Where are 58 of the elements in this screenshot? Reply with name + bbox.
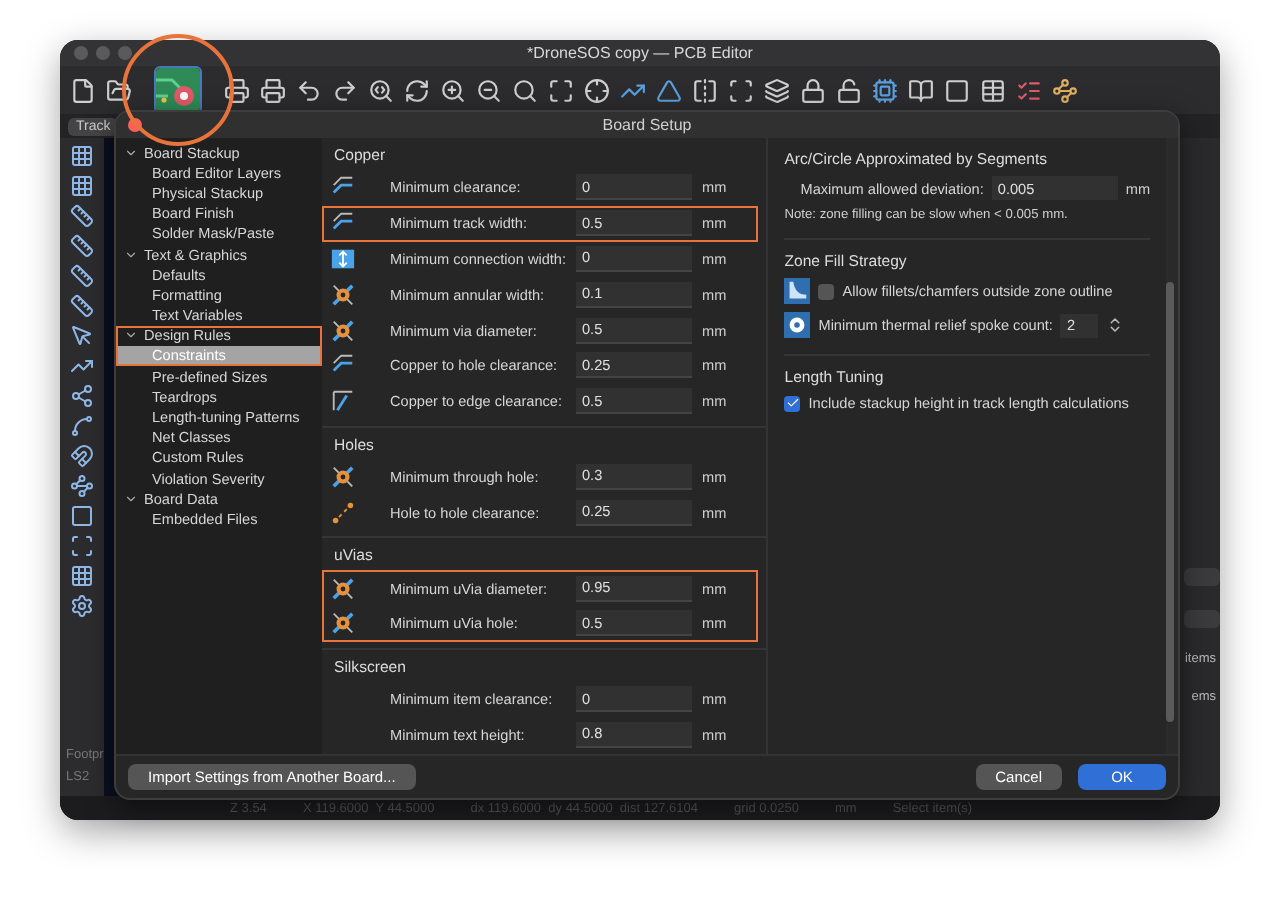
checklist-icon[interactable] [1016,77,1042,103]
grid-icon[interactable] [70,564,94,588]
layers-icon[interactable] [764,77,790,103]
checkbox[interactable] [818,283,835,299]
frame-icon[interactable] [70,534,94,558]
connection-icon [330,245,356,272]
route-icon[interactable] [70,474,94,498]
ruler-icon[interactable] [70,234,94,258]
ruler-icon[interactable] [70,294,94,318]
via-icon [330,463,356,490]
corner-icon [784,278,811,304]
frame-icon[interactable] [728,77,754,103]
checkbox[interactable] [784,395,801,411]
ruler-icon[interactable] [70,264,94,288]
board-icon[interactable] [944,77,970,103]
gear-icon[interactable] [70,594,94,618]
holes-icon [330,499,356,526]
zoom-in-icon[interactable] [440,77,466,103]
route-icon[interactable] [1052,77,1078,103]
dialog-title: Board Setup [600,116,694,134]
pad-icon[interactable] [70,504,94,528]
axis-icon[interactable] [70,354,94,378]
undo-icon[interactable] [296,77,322,103]
table-icon[interactable] [980,77,1006,103]
chip-icon[interactable] [872,77,898,103]
search-icon[interactable] [368,77,394,103]
printer-icon[interactable] [260,77,286,103]
mirror-icon[interactable] [692,77,718,103]
window-title: *DroneSOS copy — PCB Editor [525,44,755,62]
folder-icon[interactable] [106,77,132,103]
pointer-icon[interactable] [70,324,94,348]
via-icon [330,610,356,637]
stepper-icon[interactable] [1106,316,1125,334]
network-icon[interactable] [70,384,94,408]
crosshair-icon[interactable] [584,77,610,103]
file-icon[interactable] [70,77,96,103]
edge-icon [330,388,356,415]
search-icon[interactable] [512,77,538,103]
triangle-icon[interactable] [656,77,682,103]
printer-icon[interactable] [224,77,250,103]
via-icon [330,281,356,308]
redo-icon[interactable] [332,77,358,103]
lock-icon[interactable] [800,77,826,103]
scrollbar[interactable] [1166,138,1178,754]
grid-icon[interactable] [70,174,94,198]
zoom-out-icon[interactable] [476,77,502,103]
via-icon [330,575,356,602]
via-icon [330,317,356,344]
board-setup-icon[interactable] [154,66,202,114]
book-icon[interactable] [908,77,934,103]
refresh-icon[interactable] [404,77,430,103]
unlock-icon[interactable] [836,77,862,103]
gear-icon [784,312,811,338]
magnet-icon[interactable] [70,444,94,468]
ruler-icon[interactable] [70,204,94,228]
zoom-fit-icon[interactable] [548,77,574,103]
grid-icon[interactable] [70,144,94,168]
spline-icon[interactable] [70,414,94,438]
